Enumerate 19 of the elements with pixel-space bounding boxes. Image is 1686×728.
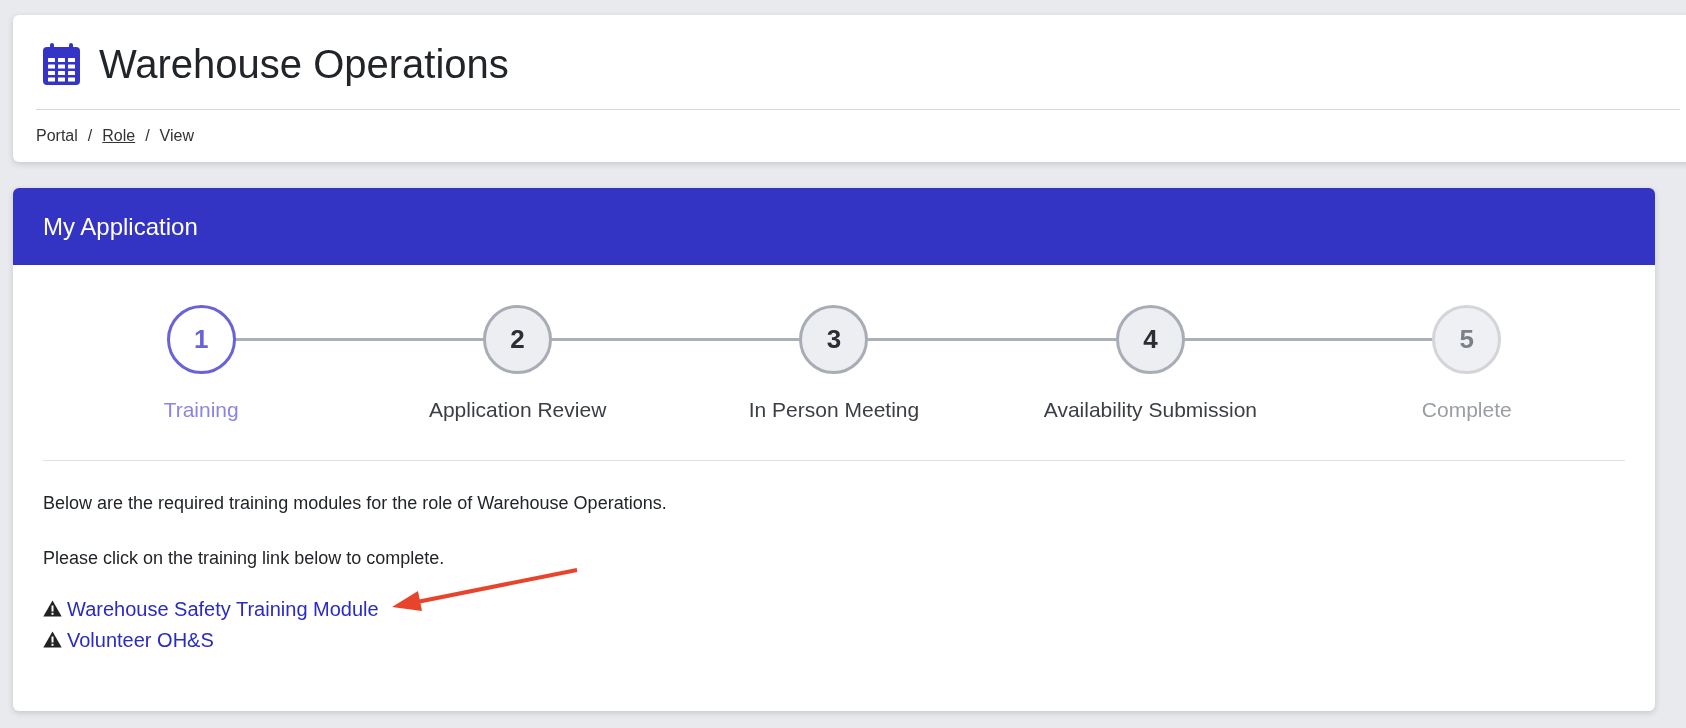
step-label: Availability Submission [1043, 397, 1257, 423]
warning-icon [43, 600, 62, 617]
page-title: Warehouse Operations [99, 41, 509, 88]
breadcrumb-item: View [159, 126, 194, 146]
step-label: Application Review [428, 397, 607, 423]
training-link[interactable]: Volunteer OH&S [67, 627, 214, 652]
breadcrumb-item: Portal [36, 126, 78, 146]
step-label: Training [163, 397, 239, 423]
card-title: My Application [43, 211, 198, 242]
instruction-text: Please click on the training link below to complete. [43, 546, 446, 570]
step-label: In Person Meeting [748, 397, 920, 423]
calendar-icon [43, 43, 80, 85]
instruction-text: Below are the required training modules for the role of Warehouse Operations. [43, 491, 668, 515]
breadcrumb-separator: / [87, 126, 93, 146]
step-label: Complete [1421, 397, 1512, 423]
warning-icon [43, 631, 62, 648]
breadcrumb-separator: / [145, 126, 150, 146]
training-link[interactable]: Warehouse Safety Training Module [67, 596, 379, 621]
breadcrumb-link[interactable]: Role [102, 124, 136, 148]
